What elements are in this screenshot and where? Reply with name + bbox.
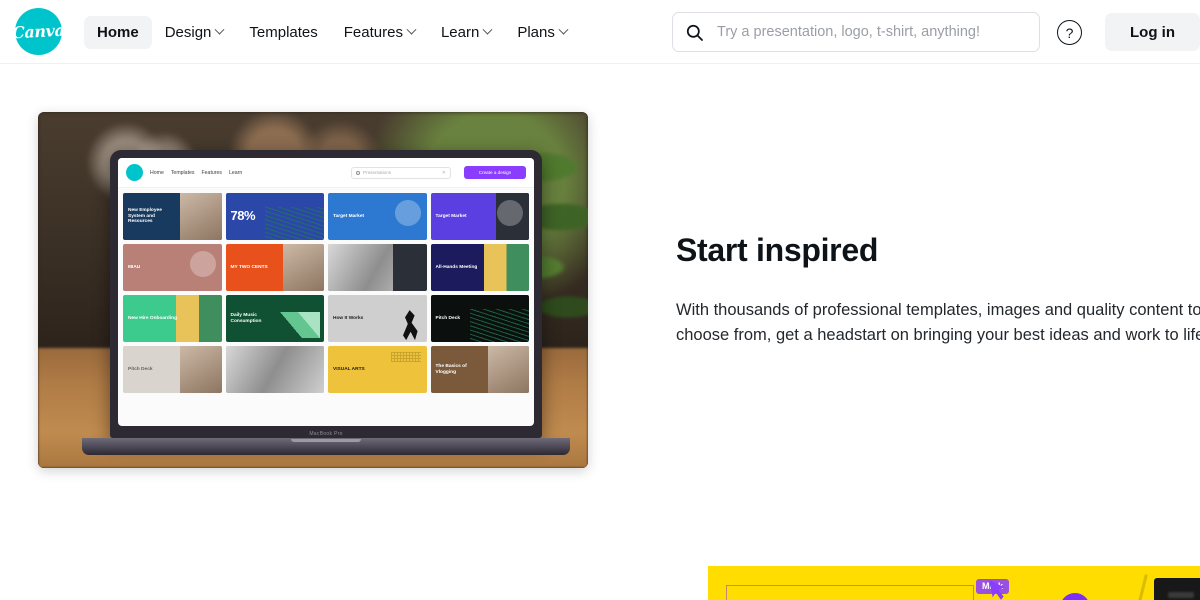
screen-nav-features: Features bbox=[201, 169, 222, 176]
main-navigation: Home Design Templates Features Learn Pla… bbox=[84, 0, 580, 64]
template-card: Pitch Deck bbox=[430, 295, 529, 342]
screen-search-icon bbox=[356, 170, 360, 175]
laptop-device: Home Templates Features Learn Presentati… bbox=[82, 150, 570, 455]
hero-laptop-photo: Home Templates Features Learn Presentati… bbox=[38, 112, 588, 468]
nav-label-plans: Plans bbox=[517, 23, 555, 41]
nav-item-features[interactable]: Features bbox=[331, 16, 428, 49]
canva-logo-text: Canva bbox=[11, 20, 66, 43]
screen-search-field: Presentations ✕ bbox=[351, 166, 451, 179]
template-card: New Hire Onboarding bbox=[123, 295, 222, 342]
screen-search-value: Presentations bbox=[363, 170, 392, 175]
nav-item-home[interactable]: Home bbox=[84, 15, 152, 49]
canva-homepage: Canva Home Design Templates Features Lea… bbox=[0, 0, 1200, 600]
template-card: 78% bbox=[225, 193, 324, 240]
screen-template-grid: New Employee System and Resources 78% Ta… bbox=[118, 188, 534, 426]
decorative-slash bbox=[1135, 574, 1148, 600]
laptop-lid: Home Templates Features Learn Presentati… bbox=[110, 150, 542, 438]
template-card-title: All-Hands Meeting bbox=[435, 264, 478, 270]
canva-logo[interactable]: Canva bbox=[11, 8, 66, 55]
hero-description: With thousands of professional templates… bbox=[676, 301, 1200, 344]
chevron-down-icon bbox=[558, 24, 569, 35]
page-title: Start inspired bbox=[676, 232, 879, 268]
screen-nav-templates: Templates bbox=[170, 169, 195, 176]
nav-item-learn[interactable]: Learn bbox=[428, 16, 504, 49]
template-photo bbox=[282, 244, 324, 291]
template-card: Target Market bbox=[430, 193, 529, 240]
help-icon[interactable]: ? bbox=[1057, 20, 1082, 45]
template-card: Pitch Deck bbox=[123, 346, 222, 393]
nav-label-learn: Learn bbox=[440, 23, 480, 41]
template-card-title: New Hire Onboarding bbox=[128, 315, 178, 321]
screen-navbar: Home Templates Features Learn Presentati… bbox=[118, 158, 534, 188]
template-card: New Employee System and Resources bbox=[123, 193, 222, 240]
search-bar[interactable] bbox=[672, 12, 1040, 52]
template-illustration bbox=[391, 351, 421, 362]
template-card-title: The Basics of Vlogging bbox=[435, 363, 467, 375]
chevron-down-icon bbox=[482, 24, 493, 35]
template-card-title: New Employee System and Resources bbox=[128, 207, 162, 225]
site-header: Canva Home Design Templates Features Lea… bbox=[0, 0, 1200, 64]
laptop-base bbox=[82, 438, 570, 455]
screen-nav-home: Home bbox=[150, 169, 164, 176]
template-card-title: How It Works bbox=[333, 315, 364, 321]
nav-label-features: Features bbox=[343, 23, 403, 41]
nav-item-templates[interactable]: Templates bbox=[236, 16, 330, 49]
login-button[interactable]: Log in bbox=[1105, 13, 1200, 51]
chevron-down-icon bbox=[214, 24, 225, 35]
template-card: Target Market bbox=[328, 193, 427, 240]
template-card-title: 78% bbox=[230, 208, 256, 224]
screen-clear-icon: ✕ bbox=[441, 169, 446, 176]
help-icon-glyph: ? bbox=[1065, 24, 1074, 41]
template-photo bbox=[483, 244, 529, 291]
screen-canva-logo bbox=[126, 164, 143, 181]
bottom-design-card[interactable]: Mark bbox=[708, 566, 1200, 600]
nav-label-templates: Templates bbox=[249, 23, 318, 41]
template-illustration bbox=[469, 309, 529, 342]
nav-item-plans[interactable]: Plans bbox=[504, 16, 580, 49]
template-illustration bbox=[497, 199, 524, 226]
screen-create-design-button: Create a design bbox=[464, 166, 526, 179]
template-card: MIAU bbox=[123, 244, 222, 291]
screen-nav-learn: Learn bbox=[228, 169, 243, 176]
template-card-title: Target Market bbox=[333, 213, 365, 219]
template-card bbox=[225, 346, 324, 393]
dark-panel bbox=[1154, 578, 1200, 600]
template-card: The Basics of Vlogging bbox=[430, 346, 529, 393]
device-label: MacBook Pro bbox=[309, 431, 343, 437]
search-icon bbox=[686, 24, 703, 41]
text-selection-box bbox=[726, 585, 974, 600]
template-card-title: MY TWO CENTS bbox=[230, 264, 268, 270]
template-card-title: VISUAL ARTS bbox=[333, 366, 365, 372]
template-card: Daily Music Consumption bbox=[225, 295, 324, 342]
template-card: How It Works bbox=[328, 295, 427, 342]
template-card bbox=[328, 244, 427, 291]
laptop-screen: Home Templates Features Learn Presentati… bbox=[118, 158, 534, 426]
template-photo bbox=[180, 193, 222, 240]
template-card: All-Hands Meeting bbox=[430, 244, 529, 291]
search-input[interactable] bbox=[717, 24, 1027, 40]
nav-label-home: Home bbox=[97, 23, 139, 41]
template-card-title: Pitch Deck bbox=[128, 366, 153, 372]
template-card: VISUAL ARTS bbox=[328, 346, 427, 393]
template-card-title: MIAU bbox=[128, 264, 141, 270]
template-card-title: Pitch Deck bbox=[435, 315, 461, 321]
decorative-circle bbox=[1060, 593, 1090, 600]
template-illustration bbox=[189, 250, 216, 277]
template-card-title: Daily Music Consumption bbox=[230, 312, 262, 324]
template-card-title: Target Market bbox=[435, 213, 467, 219]
template-photo bbox=[180, 346, 222, 393]
template-photo bbox=[176, 295, 222, 342]
template-photo bbox=[487, 346, 529, 393]
template-panel bbox=[393, 244, 427, 291]
chevron-down-icon bbox=[406, 24, 417, 35]
template-figure bbox=[402, 310, 418, 341]
template-illustration bbox=[394, 199, 421, 226]
nav-label-design: Design bbox=[164, 23, 212, 41]
template-illustration bbox=[264, 207, 324, 240]
laptop-notch bbox=[291, 439, 361, 442]
nav-item-design[interactable]: Design bbox=[152, 16, 237, 49]
template-photo bbox=[225, 346, 324, 393]
template-card: MY TWO CENTS bbox=[225, 244, 324, 291]
